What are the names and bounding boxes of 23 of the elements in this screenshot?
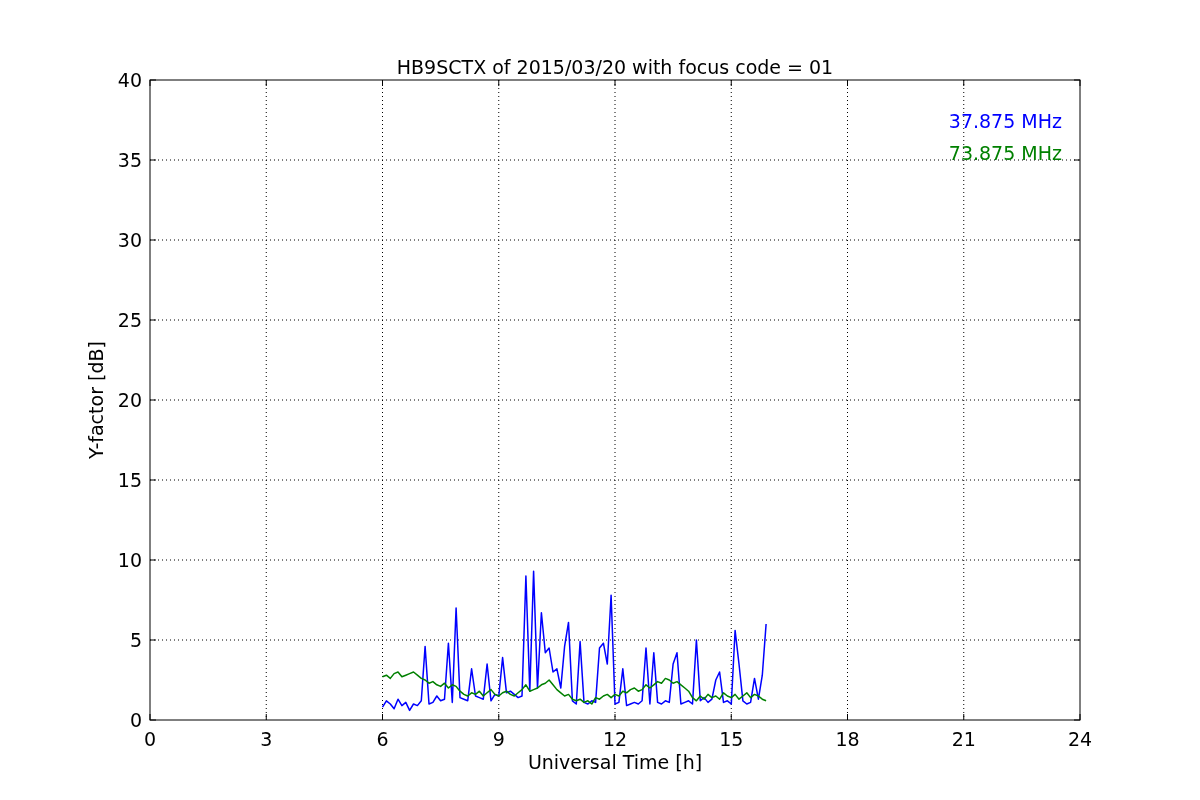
legend-text: 37.875 MHz: [948, 110, 1062, 132]
tick-label: 5: [129, 629, 142, 651]
tick-label: 40: [117, 69, 142, 91]
tick-label: 20: [117, 389, 142, 411]
tick-label: 12: [602, 728, 628, 750]
tick-label: 15: [117, 469, 142, 491]
tick-label: 24: [1067, 728, 1093, 750]
tick-label: 30: [117, 229, 142, 251]
tick-label: 35: [117, 149, 142, 171]
tick-label: 3: [260, 728, 273, 750]
tick-label: 18: [835, 728, 860, 750]
tick-label: 10: [117, 549, 142, 571]
tick-label: 6: [376, 728, 389, 750]
legend-text: 73.875 MHz: [948, 142, 1062, 164]
tick-label: 0: [129, 709, 142, 731]
tick-label: 25: [117, 309, 142, 331]
tick-label: 9: [492, 728, 505, 750]
chart-title: HB9SCTX of 2015/03/20 with focus code = 01: [396, 56, 834, 78]
axis-label: Y-factor [dB]: [85, 341, 107, 459]
axis-label: Universal Time [h]: [527, 751, 703, 773]
tick-label: 0: [143, 728, 157, 750]
tick-label: 15: [719, 728, 744, 750]
tick-label: 21: [951, 728, 976, 750]
